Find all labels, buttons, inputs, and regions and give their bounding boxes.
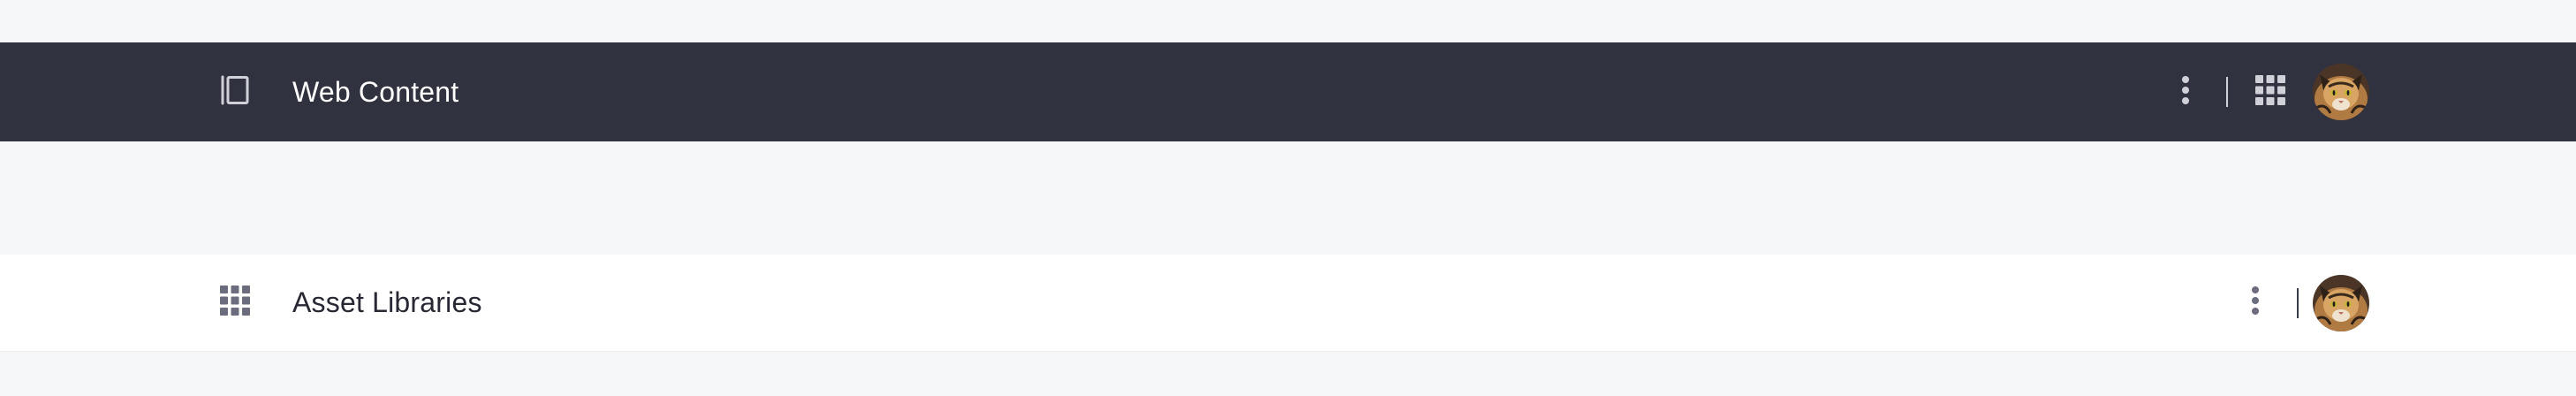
kebab-menu-icon bbox=[2181, 75, 2190, 110]
kebab-menu-icon bbox=[2251, 286, 2260, 320]
secondary-control-bar: Asset Libraries bbox=[0, 255, 2576, 352]
toolbar-divider bbox=[2226, 77, 2228, 107]
options-menu-button[interactable] bbox=[2172, 72, 2199, 112]
user-avatar[interactable] bbox=[2313, 274, 2369, 331]
page-title: Web Content bbox=[292, 75, 459, 108]
sidebar-toggle-button[interactable] bbox=[216, 73, 254, 110]
toolbar-divider bbox=[2297, 287, 2299, 318]
apps-grid-icon bbox=[220, 286, 250, 320]
applications-menu-button[interactable] bbox=[2253, 74, 2288, 110]
user-avatar[interactable] bbox=[2313, 64, 2369, 120]
cat-avatar-image bbox=[2313, 274, 2369, 331]
cat-avatar-image bbox=[2313, 64, 2369, 120]
options-menu-button[interactable] bbox=[2242, 283, 2269, 324]
primary-control-bar: Web Content bbox=[0, 42, 2576, 141]
apps-grid-icon bbox=[2255, 74, 2285, 110]
page-title: Asset Libraries bbox=[292, 286, 482, 318]
applications-menu-button[interactable] bbox=[216, 285, 254, 322]
sidebar-panel-icon bbox=[220, 75, 250, 110]
